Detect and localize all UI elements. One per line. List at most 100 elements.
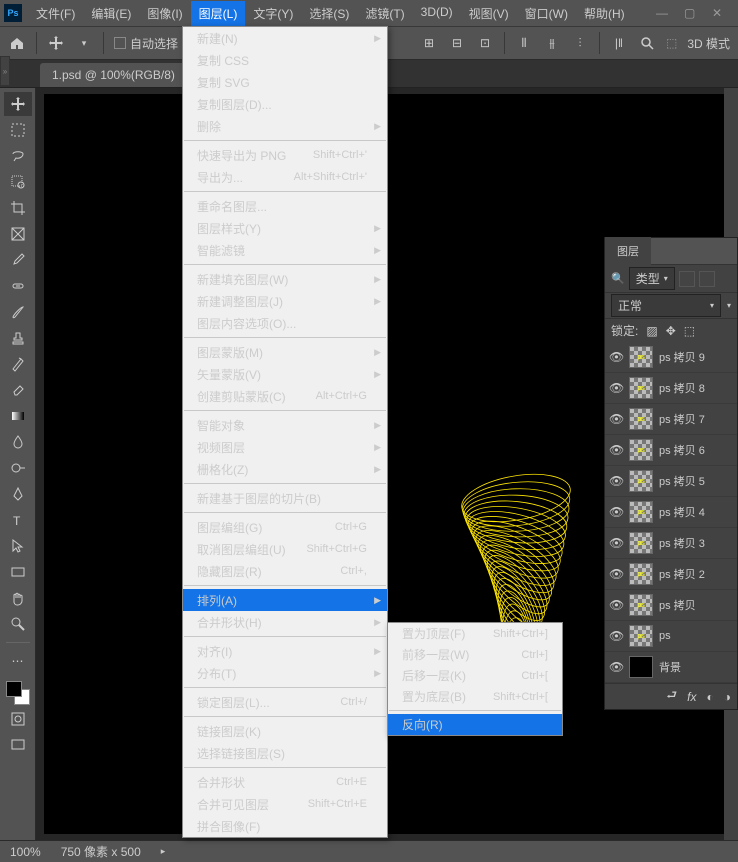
search-icon[interactable] bbox=[638, 34, 656, 52]
status-caret-icon[interactable]: ▸ bbox=[161, 846, 166, 857]
pen-tool[interactable] bbox=[4, 482, 32, 506]
zoom-tool[interactable] bbox=[4, 612, 32, 636]
menu-item[interactable]: 智能对象▶ bbox=[183, 414, 387, 436]
visibility-icon[interactable]: 👁 bbox=[609, 505, 623, 519]
menu-item[interactable]: 视频图层▶ bbox=[183, 436, 387, 458]
layer-thumbnail[interactable]: ps bbox=[629, 532, 653, 554]
menu-item[interactable]: 新建填充图层(W)▶ bbox=[183, 268, 387, 290]
visibility-icon[interactable]: 👁 bbox=[609, 598, 623, 612]
visibility-icon[interactable]: 👁 bbox=[609, 443, 623, 457]
gradient-tool[interactable] bbox=[4, 404, 32, 428]
menu-item[interactable]: 新建基于图层的切片(B) bbox=[183, 487, 387, 509]
layer-row[interactable]: 👁psps bbox=[605, 621, 737, 652]
visibility-icon[interactable]: 👁 bbox=[609, 350, 623, 364]
menu-3d[interactable]: 3D(D) bbox=[413, 1, 461, 26]
lock-position-icon[interactable]: ✥ bbox=[666, 324, 676, 338]
distribute-icon-1[interactable]: ⫴ bbox=[515, 34, 533, 52]
search-small-icon[interactable]: 🔍 bbox=[611, 272, 625, 285]
menu-item[interactable]: 重命名图层... bbox=[183, 195, 387, 217]
menu-文字[interactable]: 文字(Y) bbox=[245, 1, 301, 26]
menu-item[interactable]: 图层编组(G)Ctrl+G bbox=[183, 516, 387, 538]
layer-thumbnail[interactable]: ps bbox=[629, 408, 653, 430]
brush-tool[interactable] bbox=[4, 300, 32, 324]
menu-item[interactable]: 锁定图层(L)...Ctrl+/ bbox=[183, 691, 387, 713]
layer-fx-icon[interactable]: fx bbox=[687, 690, 696, 704]
zoom-level[interactable]: 100% bbox=[10, 845, 41, 859]
layer-thumbnail[interactable]: ps bbox=[629, 501, 653, 523]
menu-item[interactable]: 拼合图像(F) bbox=[183, 815, 387, 837]
visibility-icon[interactable]: 👁 bbox=[609, 629, 623, 643]
menu-图层[interactable]: 图层(L) bbox=[191, 1, 246, 26]
lock-artboard-icon[interactable]: ⬚ bbox=[684, 324, 695, 338]
type-tool[interactable]: T bbox=[4, 508, 32, 532]
lock-pixels-icon[interactable]: ▨ bbox=[646, 324, 657, 338]
quick-select-tool[interactable] bbox=[4, 170, 32, 194]
menu-item[interactable]: 复制图层(D)... bbox=[183, 93, 387, 115]
align-icon-2[interactable]: ⊟ bbox=[448, 34, 466, 52]
edit-toolbar-icon[interactable]: ⋯ bbox=[4, 649, 32, 673]
layer-thumbnail[interactable]: ps bbox=[629, 377, 653, 399]
layer-row[interactable]: 👁psps 拷贝 9 bbox=[605, 342, 737, 373]
menu-item[interactable]: 快速导出为 PNGShift+Ctrl+' bbox=[183, 144, 387, 166]
visibility-icon[interactable]: 👁 bbox=[609, 474, 623, 488]
menu-编辑[interactable]: 编辑(E) bbox=[83, 1, 139, 26]
menu-item[interactable]: 排列(A)▶ bbox=[183, 589, 387, 611]
menu-item[interactable]: 栅格化(Z)▶ bbox=[183, 458, 387, 480]
layer-row[interactable]: 👁psps 拷贝 4 bbox=[605, 497, 737, 528]
layer-row[interactable]: 👁psps 拷贝 2 bbox=[605, 559, 737, 590]
blend-mode-select[interactable]: 正常▾ bbox=[611, 294, 721, 317]
history-brush-tool[interactable] bbox=[4, 352, 32, 376]
home-icon[interactable] bbox=[8, 34, 26, 52]
menu-图像[interactable]: 图像(I) bbox=[139, 1, 190, 26]
distribute-icon-3[interactable]: ⫶ bbox=[571, 34, 589, 52]
visibility-icon[interactable]: 👁 bbox=[609, 660, 623, 674]
layer-thumbnail[interactable]: ps bbox=[629, 563, 653, 585]
move-icon[interactable] bbox=[47, 34, 65, 52]
menu-item[interactable]: 新建(N)▶ bbox=[183, 27, 387, 49]
menu-item[interactable]: 合并可见图层Shift+Ctrl+E bbox=[183, 793, 387, 815]
eyedropper-tool[interactable] bbox=[4, 248, 32, 272]
menu-item[interactable]: 导出为...Alt+Shift+Ctrl+' bbox=[183, 166, 387, 188]
layer-thumbnail[interactable] bbox=[629, 656, 653, 678]
layer-row[interactable]: 👁psps 拷贝 bbox=[605, 590, 737, 621]
menu-视图[interactable]: 视图(V) bbox=[461, 1, 517, 26]
ruler-icon[interactable]: |‖ bbox=[610, 34, 628, 52]
opacity-caret-icon[interactable]: ▾ bbox=[727, 301, 731, 310]
rectangle-tool[interactable] bbox=[4, 560, 32, 584]
mode-3d-label[interactable]: 3D 模式 bbox=[687, 35, 730, 52]
filter-adjust-icon[interactable] bbox=[699, 271, 715, 287]
layer-row[interactable]: 👁psps 拷贝 8 bbox=[605, 373, 737, 404]
visibility-icon[interactable]: 👁 bbox=[609, 567, 623, 581]
layer-thumbnail[interactable]: ps bbox=[629, 594, 653, 616]
minimize-icon[interactable]: — bbox=[656, 6, 670, 20]
submenu-item[interactable]: 前移一层(W)Ctrl+] bbox=[388, 644, 562, 665]
menu-文件[interactable]: 文件(F) bbox=[28, 1, 83, 26]
panel-collapse-toggle[interactable]: » bbox=[0, 56, 10, 86]
layer-row[interactable]: 👁psps 拷贝 7 bbox=[605, 404, 737, 435]
menu-帮助[interactable]: 帮助(H) bbox=[576, 1, 633, 26]
close-icon[interactable]: ✕ bbox=[712, 6, 726, 20]
blur-tool[interactable] bbox=[4, 430, 32, 454]
adjustment-layer-icon[interactable]: ◑ bbox=[724, 690, 731, 704]
layer-row[interactable]: 👁psps 拷贝 3 bbox=[605, 528, 737, 559]
path-select-tool[interactable] bbox=[4, 534, 32, 558]
menu-item[interactable]: 隐藏图层(R)Ctrl+, bbox=[183, 560, 387, 582]
layer-row[interactable]: 👁psps 拷贝 6 bbox=[605, 435, 737, 466]
submenu-item[interactable]: 置为底层(B)Shift+Ctrl+[ bbox=[388, 686, 562, 707]
layer-row[interactable]: 👁psps 拷贝 5 bbox=[605, 466, 737, 497]
submenu-item[interactable]: 置为顶层(F)Shift+Ctrl+] bbox=[388, 623, 562, 644]
menu-滤镜[interactable]: 滤镜(T) bbox=[357, 1, 412, 26]
frame-tool[interactable] bbox=[4, 222, 32, 246]
align-icon-3[interactable]: ⊡ bbox=[476, 34, 494, 52]
layer-thumbnail[interactable]: ps bbox=[629, 625, 653, 647]
filter-pixel-icon[interactable] bbox=[679, 271, 695, 287]
visibility-icon[interactable]: 👁 bbox=[609, 412, 623, 426]
menu-item[interactable]: 合并形状Ctrl+E bbox=[183, 771, 387, 793]
healing-tool[interactable] bbox=[4, 274, 32, 298]
menu-item[interactable]: 新建调整图层(J)▶ bbox=[183, 290, 387, 312]
menu-item[interactable]: 删除▶ bbox=[183, 115, 387, 137]
crop-tool[interactable] bbox=[4, 196, 32, 220]
dropdown-caret-icon[interactable]: ▾ bbox=[75, 34, 93, 52]
lasso-tool[interactable] bbox=[4, 144, 32, 168]
link-layers-icon[interactable]: ⮐ bbox=[666, 686, 677, 707]
